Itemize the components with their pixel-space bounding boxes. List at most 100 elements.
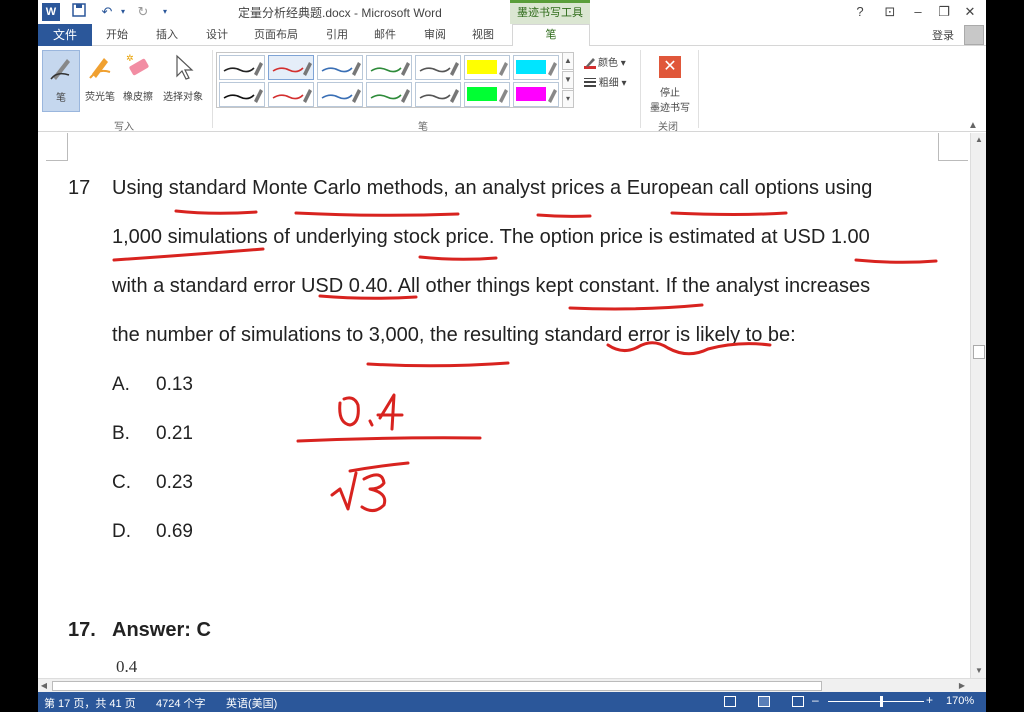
select-objects-button[interactable]: 选择对象 <box>158 50 208 112</box>
avatar[interactable] <box>964 25 984 45</box>
select-objects-label: 选择对象 <box>163 92 203 103</box>
print-layout-icon[interactable] <box>758 696 770 707</box>
pen-thickness-dropdown[interactable]: 粗细 ▾ <box>584 74 627 90</box>
tab-page-layout[interactable]: 页面布局 <box>254 24 298 46</box>
pen-style-swatch[interactable] <box>415 82 461 107</box>
save-icon[interactable] <box>70 3 88 21</box>
zoom-level[interactable]: 170% <box>946 695 974 707</box>
help-button[interactable]: ? <box>846 2 874 22</box>
pen-button[interactable]: 笔 <box>42 50 80 112</box>
tab-design[interactable]: 设计 <box>206 24 228 46</box>
thickness-icon <box>584 77 596 90</box>
pen-style-swatch[interactable] <box>317 55 363 80</box>
title-bar: W ↶ ▾ ↻ ▾ 定量分析经典题.docx - Microsoft Word … <box>38 0 986 24</box>
scroll-up-icon[interactable]: ▲ <box>971 133 986 147</box>
zoom-in-icon[interactable]: + <box>926 693 933 707</box>
ink-underline-3000 <box>366 361 510 368</box>
stop-inking-icon: ✕ <box>659 56 681 78</box>
pen-style-swatch[interactable] <box>268 82 314 107</box>
tab-view[interactable]: 视图 <box>472 24 494 46</box>
ink-underline-european <box>670 211 788 216</box>
ink-tools-context-label: 墨迹书写工具 <box>510 0 590 24</box>
gallery-scroll-down-icon[interactable]: ▼ <box>562 71 574 89</box>
ink-underline-analyst <box>536 213 592 218</box>
close-group-label: 关闭 <box>658 122 678 133</box>
ink-underline-standard <box>174 209 258 215</box>
close-button[interactable]: ✕ <box>956 2 984 22</box>
ink-underline-simulations <box>112 247 265 262</box>
pen-style-swatch[interactable] <box>366 55 412 80</box>
pen-color-label: 颜色 <box>598 58 618 69</box>
ink-wave-standard-error <box>606 341 772 356</box>
ink-underline-kept-constant <box>568 303 704 311</box>
pen-style-swatch[interactable] <box>464 55 510 80</box>
pen-thickness-label: 粗细 <box>598 78 619 89</box>
pen-style-swatch[interactable] <box>219 55 265 80</box>
language[interactable]: 英语(美国) <box>226 695 277 711</box>
scroll-left-icon[interactable]: ◀ <box>38 679 50 692</box>
redo-icon[interactable]: ↻ <box>134 3 152 21</box>
ink-fraction-denominator <box>330 471 387 512</box>
maximize-button[interactable]: ❐ <box>930 2 958 22</box>
horizontal-scroll-thumb[interactable] <box>52 681 822 691</box>
zoom-out-icon[interactable]: – <box>812 693 819 707</box>
ink-fraction-bar <box>296 436 482 443</box>
read-mode-icon[interactable] <box>724 696 736 707</box>
pointer-icon <box>169 52 197 82</box>
eraser-icon: ✲ <box>124 52 152 82</box>
undo-dropdown-icon[interactable]: ▾ <box>114 3 132 21</box>
group-divider <box>212 50 213 128</box>
page-count[interactable]: 第 17 页，共 41 页 <box>44 695 136 711</box>
pen-color-icon <box>584 57 596 70</box>
highlighter-icon <box>86 52 114 82</box>
sign-in-link[interactable]: 登录 <box>932 27 954 43</box>
vertical-scrollbar[interactable]: ▲ ▼ <box>970 133 986 678</box>
scroll-down-icon[interactable]: ▼ <box>971 664 986 678</box>
web-layout-icon[interactable] <box>792 696 804 707</box>
vertical-scroll-thumb[interactable] <box>973 345 985 359</box>
gallery-scroll-up-icon[interactable]: ▲ <box>562 52 574 70</box>
zoom-slider[interactable] <box>828 701 924 702</box>
tab-references[interactable]: 引用 <box>326 24 348 46</box>
pen-style-swatch[interactable] <box>317 82 363 107</box>
tab-review[interactable]: 审阅 <box>424 24 446 46</box>
word-window: W ↶ ▾ ↻ ▾ 定量分析经典题.docx - Microsoft Word … <box>38 0 986 712</box>
group-divider <box>698 50 699 128</box>
pen-style-swatch[interactable] <box>415 55 461 80</box>
eraser-button[interactable]: ✲ 橡皮擦 <box>120 50 156 112</box>
pen-label: 笔 <box>56 93 66 104</box>
horizontal-scrollbar[interactable]: ◀ ▶ <box>38 678 986 692</box>
tab-file[interactable]: 文件 <box>38 24 92 46</box>
word-count[interactable]: 4724 个字 <box>156 695 206 711</box>
ink-underline-usd-040 <box>318 294 418 300</box>
zoom-slider-handle[interactable] <box>880 696 883 707</box>
ink-fraction-numerator <box>338 393 404 431</box>
collapse-ribbon-icon[interactable]: ▲ <box>968 120 978 131</box>
ink-underline-stock-price <box>418 255 498 261</box>
stop-inking-button[interactable]: ✕ 停止 墨迹书写 <box>642 50 698 114</box>
highlighter-label: 荧光笔 <box>85 92 115 103</box>
word-app-icon[interactable]: W <box>42 3 60 21</box>
tab-mailings[interactable]: 邮件 <box>374 24 396 46</box>
tab-insert[interactable]: 插入 <box>156 24 178 46</box>
minimize-button[interactable]: – <box>904 2 932 22</box>
tab-pen[interactable]: 笔 <box>512 24 590 47</box>
highlighter-button[interactable]: 荧光笔 <box>82 50 118 112</box>
ribbon-display-options-button[interactable]: ⊡ <box>876 2 904 22</box>
pen-icon <box>47 53 75 83</box>
pen-style-swatch[interactable] <box>366 82 412 107</box>
status-bar: 第 17 页，共 41 页 4724 个字 英语(美国) – + 170% <box>38 692 986 712</box>
gallery-more-icon[interactable]: ▾ <box>562 90 574 108</box>
pen-style-swatch[interactable] <box>513 82 559 107</box>
tab-home[interactable]: 开始 <box>106 24 128 46</box>
pen-color-dropdown[interactable]: 颜色 ▾ <box>584 54 626 70</box>
pen-style-swatch[interactable] <box>268 55 314 80</box>
pen-style-swatch[interactable] <box>464 82 510 107</box>
scroll-right-icon[interactable]: ▶ <box>956 679 968 692</box>
document-page[interactable]: 17 Using standard Monte Carlo methods, a… <box>38 133 970 678</box>
pen-style-swatch[interactable] <box>219 82 265 107</box>
ink-sqrt-overline <box>348 461 410 473</box>
stop-inking-label-line2: 墨迹书写 <box>650 103 690 114</box>
pen-style-swatch[interactable] <box>513 55 559 80</box>
customize-quick-access-icon[interactable]: ▾ <box>156 3 174 21</box>
